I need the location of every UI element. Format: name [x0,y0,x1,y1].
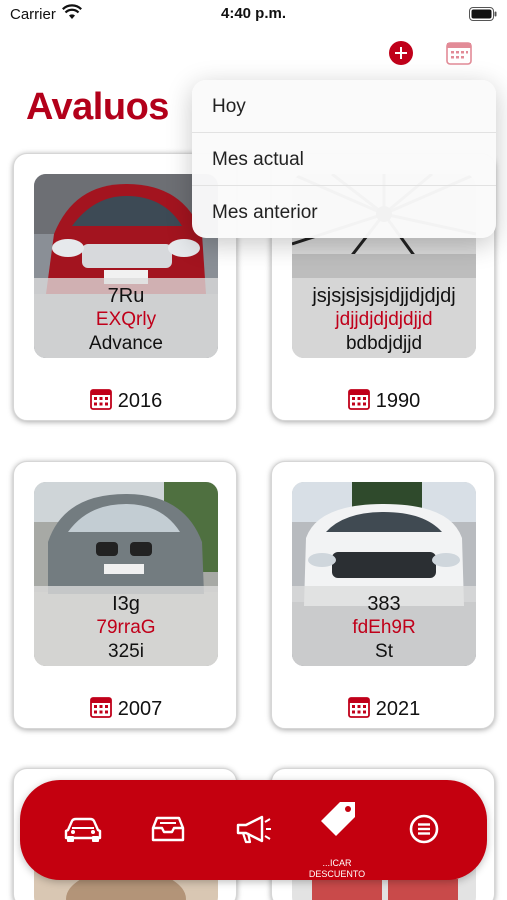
car-photo: 7Ru EXQrly Advance [34,174,218,358]
plate-number: EXQrly [95,309,157,330]
menu-item-mes-actual[interactable]: Mes actual [192,133,496,186]
appraisal-code: I3g [112,593,140,615]
nav-discounts[interactable] [315,796,361,842]
year-value: 1990 [375,390,421,412]
car-icon [64,817,102,842]
card-info-overlay: jsjsjsjsjsjdjjdjdjdj jdjjdjdjdjdjjd bdbd… [292,278,476,358]
card-info-overlay: 383 fdEh9R St [292,586,476,666]
year-value: 2016 [117,390,163,412]
nav-campaigns[interactable] [230,806,276,852]
car-version: Advance [89,333,163,354]
bottom-nav [20,780,487,880]
car-version: 325i [108,641,144,662]
appraisal-code: 7Ru [107,285,145,307]
card-info-overlay: I3g 79rraG 325i [34,586,218,666]
car-version: bdbdjdjjd [345,333,423,354]
card-info-overlay: 7Ru EXQrly Advance [34,278,218,358]
card-year: 2016 [14,388,238,413]
calendar-icon [347,697,370,718]
car-photo: I3g 79rraG 325i [34,482,218,666]
plate-number: fdEh9R [352,617,416,638]
nav-car[interactable] [60,806,106,852]
discount-label-peek: ...ICAR DESCUENTO [308,858,366,879]
nav-menu[interactable] [401,806,447,852]
tag-icon [321,802,355,836]
menu-icon [409,814,439,844]
calendar-icon [89,389,112,410]
card-year: 1990 [272,388,496,413]
year-value: 2007 [117,698,163,720]
year-value: 2021 [375,698,421,720]
nav-inbox[interactable] [145,806,191,852]
appraisal-card[interactable]: I3g 79rraG 325i 2007 [13,461,237,729]
calendar-icon [89,697,112,718]
date-filter-menu: Hoy Mes actual Mes anterior [192,80,496,238]
appraisal-code: 383 [367,593,401,615]
appraisal-card[interactable]: 383 fdEh9R St 2021 [271,461,495,729]
appraisal-code: jsjsjsjsjsjdjjdjdjdj [312,285,456,307]
menu-item-mes-anterior[interactable]: Mes anterior [192,186,496,238]
plate-number: 79rraG [96,617,156,638]
inbox-icon [151,816,185,842]
menu-item-hoy[interactable]: Hoy [192,80,496,133]
car-version: St [375,641,393,662]
car-photo: 383 fdEh9R St [292,482,476,666]
megaphone-icon [236,815,271,844]
plate-number: jdjjdjdjdjdjjd [335,309,433,330]
card-year: 2021 [272,696,496,721]
calendar-icon [347,389,370,410]
card-year: 2007 [14,696,238,721]
